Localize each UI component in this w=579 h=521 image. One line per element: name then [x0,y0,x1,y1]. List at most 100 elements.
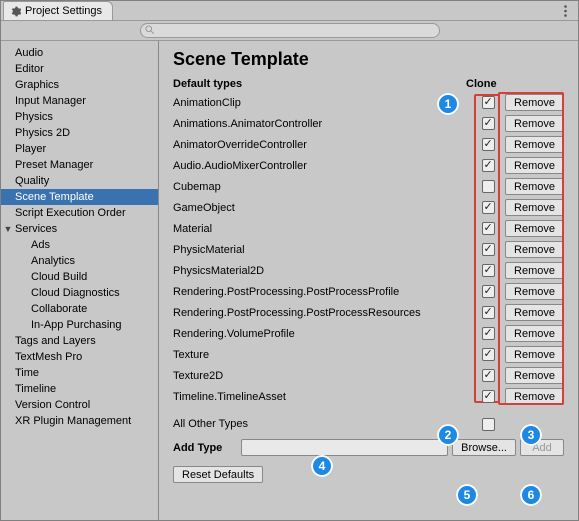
type-row: Rendering.PostProcessing.PostProcessReso… [173,302,564,323]
remove-button[interactable]: Remove [505,199,564,216]
sidebar-item-cloud-build[interactable]: Cloud Build [1,269,158,285]
clone-checkbox[interactable] [482,222,495,235]
sidebar-item-physics-2d[interactable]: Physics 2D [1,125,158,141]
remove-button[interactable]: Remove [505,115,564,132]
remove-button[interactable]: Remove [505,325,564,342]
sidebar-item-timeline[interactable]: Timeline [1,381,158,397]
clone-checkbox[interactable] [482,180,495,193]
clone-checkbox[interactable] [482,369,495,382]
default-types-heading: Default types [173,78,460,90]
sidebar-item-player[interactable]: Player [1,141,158,157]
clone-checkbox[interactable] [482,159,495,172]
sidebar-item-quality[interactable]: Quality [1,173,158,189]
window-tab[interactable]: Project Settings [3,1,113,20]
type-name: Material [173,223,476,235]
remove-button[interactable]: Remove [505,220,564,237]
remove-button[interactable]: Remove [505,283,564,300]
sidebar-item-time[interactable]: Time [1,365,158,381]
type-row: Audio.AudioMixerController Remove [173,155,564,176]
browse-button[interactable]: Browse... [452,439,516,456]
remove-button[interactable]: Remove [505,178,564,195]
remove-button[interactable]: Remove [505,136,564,153]
clone-checkbox[interactable] [482,138,495,151]
type-name: Rendering.PostProcessing.PostProcessReso… [173,307,476,319]
type-row: PhysicMaterialRemove [173,239,564,260]
sidebar-item-physics[interactable]: Physics [1,109,158,125]
sidebar-item-in-app-purchasing[interactable]: In-App Purchasing [1,317,158,333]
remove-button[interactable]: Remove [505,304,564,321]
clone-checkbox[interactable] [482,306,495,319]
sidebar-item-version-control[interactable]: Version Control [1,397,158,413]
sidebar-item-label: Version Control [15,399,90,411]
reset-defaults-button[interactable]: Reset Defaults [173,466,263,483]
sidebar-item-label: Services [15,223,57,235]
type-name: Texture [173,349,476,361]
type-name: AnimationClip [173,97,476,109]
type-name: PhysicsMaterial2D [173,265,476,277]
type-row: Rendering.PostProcessing.PostProcessProf… [173,281,564,302]
sidebar-item-label: XR Plugin Management [15,415,131,427]
type-name: Timeline.TimelineAsset [173,391,476,403]
remove-button[interactable]: Remove [505,241,564,258]
remove-button[interactable]: Remove [505,367,564,384]
sidebar-item-label: Physics [15,111,53,123]
sidebar-item-audio[interactable]: Audio [1,45,158,61]
sidebar-item-analytics[interactable]: Analytics [1,253,158,269]
sidebar-item-xr-plugin-management[interactable]: XR Plugin Management [1,413,158,429]
sidebar-item-label: Tags and Layers [15,335,96,347]
sidebar-item-cloud-diagnostics[interactable]: Cloud Diagnostics [1,285,158,301]
remove-button[interactable]: Remove [505,157,564,174]
kebab-menu-icon[interactable] [558,3,572,19]
search-input[interactable] [140,23,440,38]
remove-button[interactable]: Remove [505,346,564,363]
clone-checkbox[interactable] [482,201,495,214]
sidebar-item-collaborate[interactable]: Collaborate [1,301,158,317]
sidebar-item-label: Ads [31,239,50,251]
sidebar-item-label: Quality [15,175,49,187]
sidebar-item-tags-and-layers[interactable]: Tags and Layers [1,333,158,349]
type-row: Animations.AnimatorController Remove [173,113,564,134]
sidebar-item-ads[interactable]: Ads [1,237,158,253]
type-name: Rendering.VolumeProfile [173,328,476,340]
type-name: Texture2D [173,370,476,382]
add-type-input[interactable] [241,439,448,456]
remove-button[interactable]: Remove [505,388,564,405]
sidebar-item-graphics[interactable]: Graphics [1,77,158,93]
sidebar-item-script-execution-order[interactable]: Script Execution Order [1,205,158,221]
callout-badge-5: 5 [456,484,478,506]
type-row: Texture Remove [173,344,564,365]
clone-checkbox[interactable] [482,243,495,256]
clone-checkbox[interactable] [482,348,495,361]
default-types-table: AnimationClipRemoveAnimations.AnimatorCo… [173,92,564,407]
gear-icon [10,6,21,17]
sidebar-item-label: Collaborate [31,303,87,315]
sidebar-item-label: Analytics [31,255,75,267]
type-row: Timeline.TimelineAsset Remove [173,386,564,407]
type-row: AnimatorOverrideControllerRemove [173,134,564,155]
type-name: Rendering.PostProcessing.PostProcessProf… [173,286,476,298]
callout-badge-3: 3 [520,424,542,446]
sidebar-item-services[interactable]: ▼Services [1,221,158,237]
sidebar-item-preset-manager[interactable]: Preset Manager [1,157,158,173]
sidebar-item-label: Input Manager [15,95,86,107]
clone-checkbox[interactable] [482,327,495,340]
sidebar-item-editor[interactable]: Editor [1,61,158,77]
sidebar-item-input-manager[interactable]: Input Manager [1,93,158,109]
clone-checkbox[interactable] [482,390,495,403]
clone-checkbox[interactable] [482,117,495,130]
sidebar-item-scene-template[interactable]: Scene Template [1,189,158,205]
clone-checkbox[interactable] [482,285,495,298]
type-row: CubemapRemove [173,176,564,197]
sidebar-item-textmesh-pro[interactable]: TextMesh Pro [1,349,158,365]
remove-button[interactable]: Remove [505,94,564,111]
sidebar-item-label: Time [15,367,39,379]
type-row: Material Remove [173,218,564,239]
remove-button[interactable]: Remove [505,262,564,279]
clone-checkbox[interactable] [482,264,495,277]
type-name: Audio.AudioMixerController [173,160,476,172]
clone-checkbox[interactable] [482,96,495,109]
sidebar-item-label: Editor [15,63,44,75]
type-name: Animations.AnimatorController [173,118,476,130]
sidebar-item-label: Physics 2D [15,127,70,139]
all-other-types-checkbox[interactable] [482,418,495,431]
